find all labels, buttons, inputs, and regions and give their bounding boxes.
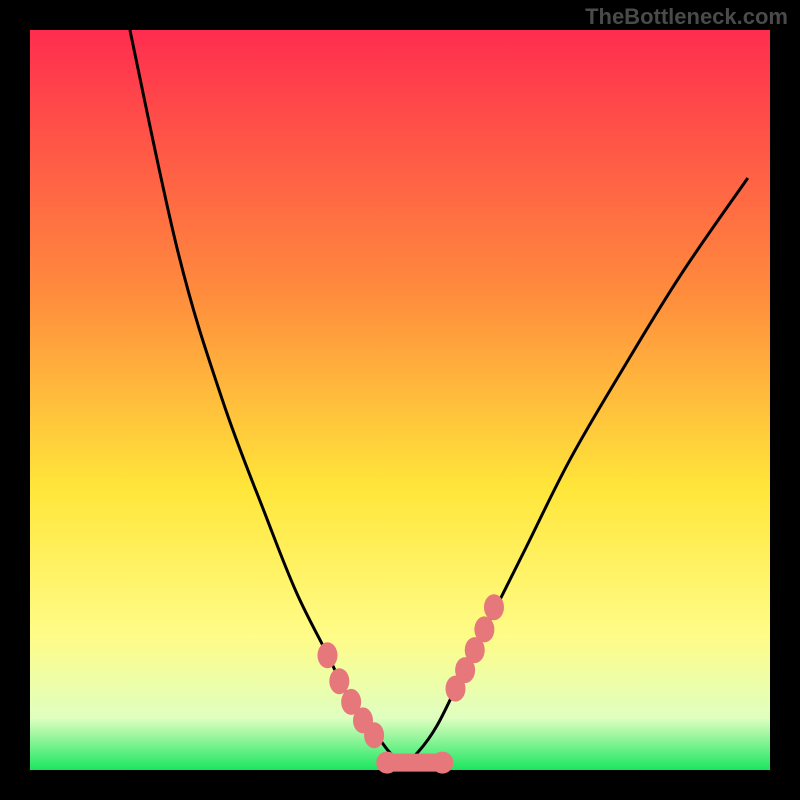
chart-container: TheBottleneck.com (0, 0, 800, 800)
watermark-text: TheBottleneck.com (585, 4, 788, 30)
curve-marker (484, 594, 504, 620)
curve-marker (376, 752, 398, 774)
curve-marker (329, 668, 349, 694)
chart-background (30, 30, 770, 770)
curve-marker (431, 752, 453, 774)
curve-marker (317, 642, 337, 668)
curve-marker (474, 616, 494, 642)
chart-svg (0, 0, 800, 800)
curve-marker (364, 722, 384, 748)
